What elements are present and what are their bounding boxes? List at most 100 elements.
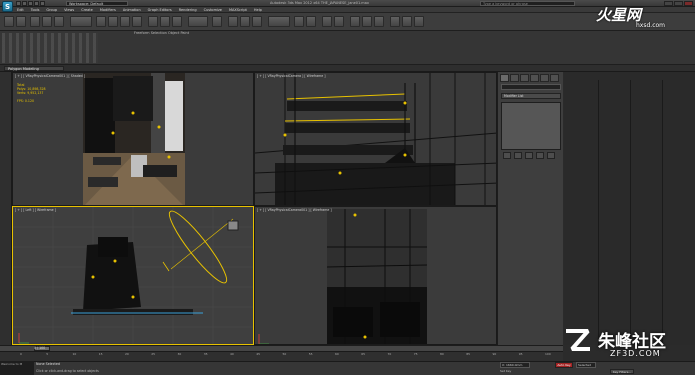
undo-icon[interactable] — [34, 1, 39, 6]
rectangle-selection-icon[interactable] — [120, 16, 130, 27]
track-tick-label: 5 — [46, 352, 49, 356]
remove-modifier-icon[interactable] — [536, 152, 544, 159]
app-logo-icon[interactable]: S — [2, 1, 13, 12]
viewport-left-wireframe[interactable]: [ + ] [ Left ] [ Wireframe ] — [12, 206, 254, 345]
track-tick-label: 70 — [387, 352, 392, 356]
motion-tab-icon[interactable] — [530, 74, 539, 82]
key-filters-button[interactable]: Key Filters... — [610, 369, 634, 374]
track-bar[interactable] — [0, 351, 563, 361]
material-editor-icon[interactable] — [374, 16, 384, 27]
snaps-toggle-icon[interactable] — [228, 16, 238, 27]
menu-group[interactable]: Group — [43, 7, 60, 12]
menu-maxscript[interactable]: MAXScript — [226, 7, 250, 12]
polygon-modeling-tab[interactable]: Polygon Modeling — [4, 66, 64, 71]
utilities-tab-icon[interactable] — [550, 74, 559, 82]
track-tick-label: 60 — [335, 352, 339, 356]
layer-manager-icon[interactable] — [322, 16, 332, 27]
save-file-icon[interactable] — [28, 1, 33, 6]
viewport-label[interactable]: [ + ] [ VRayPhysicalCamera001 ] [ Wirefr… — [257, 208, 332, 212]
new-file-icon[interactable] — [16, 1, 21, 6]
display-tab-icon[interactable] — [540, 74, 549, 82]
scale-icon[interactable] — [172, 16, 182, 27]
menu-modifiers[interactable]: Modifiers — [97, 7, 119, 12]
track-tick-label: 100 — [545, 352, 551, 356]
stats-fps-value: 0.120 — [24, 98, 35, 103]
viewport-label[interactable]: [ + ] [ VRayPhysicalCamera ] [ Wireframe… — [257, 74, 326, 78]
graphite-toggle-icon[interactable] — [334, 16, 344, 27]
render-setup-icon[interactable] — [390, 16, 400, 27]
object-name-field[interactable] — [501, 84, 561, 90]
menu-tools[interactable]: Tools — [28, 7, 43, 12]
configure-modifier-sets-icon[interactable] — [547, 152, 555, 159]
track-tick-label: 80 — [440, 352, 444, 356]
open-file-icon[interactable] — [22, 1, 27, 6]
pin-stack-icon[interactable] — [503, 152, 511, 159]
stats-fps: FPS: 0.120 — [17, 99, 46, 103]
watermark-url: hxsd.com — [636, 22, 666, 29]
menu-help[interactable]: Help — [251, 7, 265, 12]
select-by-name-icon[interactable] — [108, 16, 118, 27]
modify-tab-icon[interactable] — [510, 74, 519, 82]
auto-key-button[interactable]: Auto Key — [555, 362, 573, 368]
rotate-icon[interactable] — [160, 16, 170, 27]
menu-create[interactable]: Create — [78, 7, 96, 12]
right-panel-divider — [630, 80, 631, 345]
show-end-result-icon[interactable] — [514, 152, 522, 159]
viewport-camera-wireframe[interactable]: [ + ] [ VRayPhysicalCamera ] [ Wireframe… — [254, 72, 497, 206]
right-panel-divider — [662, 80, 663, 345]
menu-edit[interactable]: Edit — [14, 7, 27, 12]
viewport-label[interactable]: [ + ] [ Left ] [ Wireframe ] — [15, 208, 56, 212]
ribbon-tabs[interactable]: Freeform Selection Object Paint — [134, 31, 189, 35]
window-crossing-icon[interactable] — [132, 16, 142, 27]
selection-filter-dropdown[interactable] — [70, 16, 92, 27]
track-tick-label: 90 — [492, 352, 497, 356]
unlink-icon[interactable] — [42, 16, 52, 27]
hierarchy-tab-icon[interactable] — [520, 74, 529, 82]
ribbon-tools[interactable] — [2, 33, 98, 63]
undo-tool-icon[interactable] — [4, 16, 14, 27]
maxscript-listener[interactable]: Welcome to M — [0, 361, 34, 375]
modifier-list-dropdown[interactable]: Modifier List — [501, 93, 561, 99]
menu-animation[interactable]: Animation — [120, 7, 144, 12]
track-tick-label: 25 — [151, 352, 156, 356]
modifier-stack[interactable] — [501, 102, 561, 150]
make-unique-icon[interactable] — [525, 152, 533, 159]
rendered-frame-window-icon[interactable] — [402, 16, 412, 27]
menu-customize[interactable]: Customize — [201, 7, 225, 12]
move-icon[interactable] — [148, 16, 158, 27]
close-button[interactable] — [684, 1, 693, 6]
track-tick-label: 0 — [20, 352, 22, 356]
reference-coordinate-dropdown[interactable] — [188, 16, 208, 27]
search-input[interactable]: Type a keyword or phrase — [480, 1, 575, 6]
watermark-logo: 火星网 — [596, 6, 642, 24]
menu-rendering[interactable]: Rendering — [176, 7, 200, 12]
watermark-community-url: ZF3D.COM — [610, 349, 661, 358]
coordinate-x-field[interactable]: X: 1660.0mm — [500, 362, 530, 368]
track-tick-label: 10 — [72, 352, 77, 356]
viewport-camera-wireframe-2[interactable]: [ + ] [ VRayPhysicalCamera001 ] [ Wirefr… — [254, 206, 497, 345]
selected-dropdown[interactable]: Selected — [576, 362, 596, 368]
render-production-icon[interactable] — [414, 16, 424, 27]
curve-editor-icon[interactable] — [350, 16, 360, 27]
link-icon[interactable] — [30, 16, 40, 27]
schematic-view-icon[interactable] — [362, 16, 372, 27]
select-object-icon[interactable] — [96, 16, 106, 27]
viewport-label[interactable]: [ + ] [ VRayPhysicalCamera001 ] [ Shaded… — [15, 74, 85, 78]
bind-space-warp-icon[interactable] — [54, 16, 64, 27]
redo-icon[interactable] — [40, 1, 45, 6]
minimize-button[interactable] — [664, 1, 673, 6]
set-key-button[interactable]: Set Key — [500, 369, 540, 374]
maximize-button[interactable] — [674, 1, 683, 6]
mirror-icon[interactable] — [294, 16, 304, 27]
align-icon[interactable] — [306, 16, 316, 27]
pivot-center-icon[interactable] — [212, 16, 222, 27]
viewport-camera-shaded[interactable]: [ + ] [ VRayPhysicalCamera001 ] [ Shaded… — [12, 72, 254, 206]
menu-views[interactable]: Views — [61, 7, 77, 12]
redo-tool-icon[interactable] — [16, 16, 26, 27]
named-selection-sets-dropdown[interactable] — [268, 16, 290, 27]
percent-snap-icon[interactable] — [252, 16, 262, 27]
workspace-dropdown[interactable]: Workspace: Default — [66, 1, 128, 6]
create-tab-icon[interactable] — [500, 74, 509, 82]
angle-snap-icon[interactable] — [240, 16, 250, 27]
menu-graph-editors[interactable]: Graph Editors — [145, 7, 175, 12]
